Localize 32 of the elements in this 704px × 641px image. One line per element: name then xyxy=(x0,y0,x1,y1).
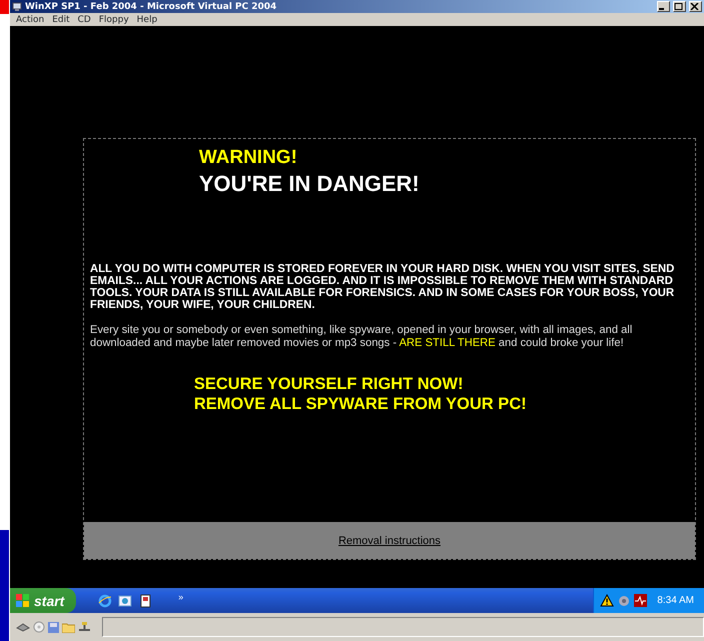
call-to-action: REMOVE ALL SPYWARE FROM YOUR PC! xyxy=(194,394,528,414)
heartbeat-icon xyxy=(634,594,648,607)
clock: 8:34 AM xyxy=(657,595,694,606)
drive-icon[interactable] xyxy=(16,622,30,632)
detail-paragraph: Every site you or somebody or even something, like spyware, opened in your browser, with all images, and all downloaded and maybe later removed movies or mp3 songs - ARE STILL THERE and could broke your life! xyxy=(90,324,634,350)
app-icon xyxy=(12,2,22,12)
call-to-action: SECURE YOURSELF RIGHT NOW! xyxy=(194,374,464,394)
start-button[interactable]: start xyxy=(10,588,76,613)
warning-heading: WARNING! xyxy=(199,147,298,169)
maximize-button[interactable] xyxy=(673,1,686,12)
close-icon xyxy=(690,3,699,10)
network-icon[interactable] xyxy=(78,622,91,632)
desktop-corner xyxy=(0,0,9,14)
menu-item[interactable]: CD xyxy=(78,14,91,24)
speaker-icon xyxy=(618,594,630,606)
notice-paragraph: ALL YOU DO WITH COMPUTER IS STORED FOREVER IN YOUR HARD DISK. WHEN YOU VISIT SITES, SEND EMAILS... ALL YOUR ACTIONS ARE LOGGED. AND IT IS IMPOSSIBLE TO REMOVE THEM WITH STANDARD TOOLS. YOUR DATA IS STILL AVAILABLE FOR FORENSICS. AND IN SOME CASES FOR YOUR BOSS, YOUR FRIENDS, YOUR WIFE, YOUR CHILDREN. xyxy=(90,263,676,311)
menu-item[interactable]: Floppy xyxy=(98,14,129,24)
close-button[interactable] xyxy=(689,1,702,12)
mail-icon[interactable] xyxy=(118,594,132,608)
window-title: WinXP SP1 - Feb 2004 - Microsoft Virtual PC 2004 xyxy=(25,2,277,12)
danger-heading: YOU'RE IN DANGER! xyxy=(199,171,420,197)
menu-item[interactable]: Edit xyxy=(52,14,70,24)
menu-item[interactable]: Action xyxy=(16,14,44,24)
more-chevron[interactable]: » xyxy=(178,592,184,602)
warning-icon xyxy=(600,594,614,607)
minimize-button[interactable] xyxy=(657,1,670,12)
browser-icon[interactable] xyxy=(98,594,112,608)
removal-link[interactable]: Removal instructions xyxy=(338,534,441,546)
maximize-icon xyxy=(674,3,683,10)
windows-logo-icon xyxy=(16,594,30,607)
menu-item[interactable]: Help xyxy=(136,14,158,24)
document-icon[interactable] xyxy=(138,594,152,608)
